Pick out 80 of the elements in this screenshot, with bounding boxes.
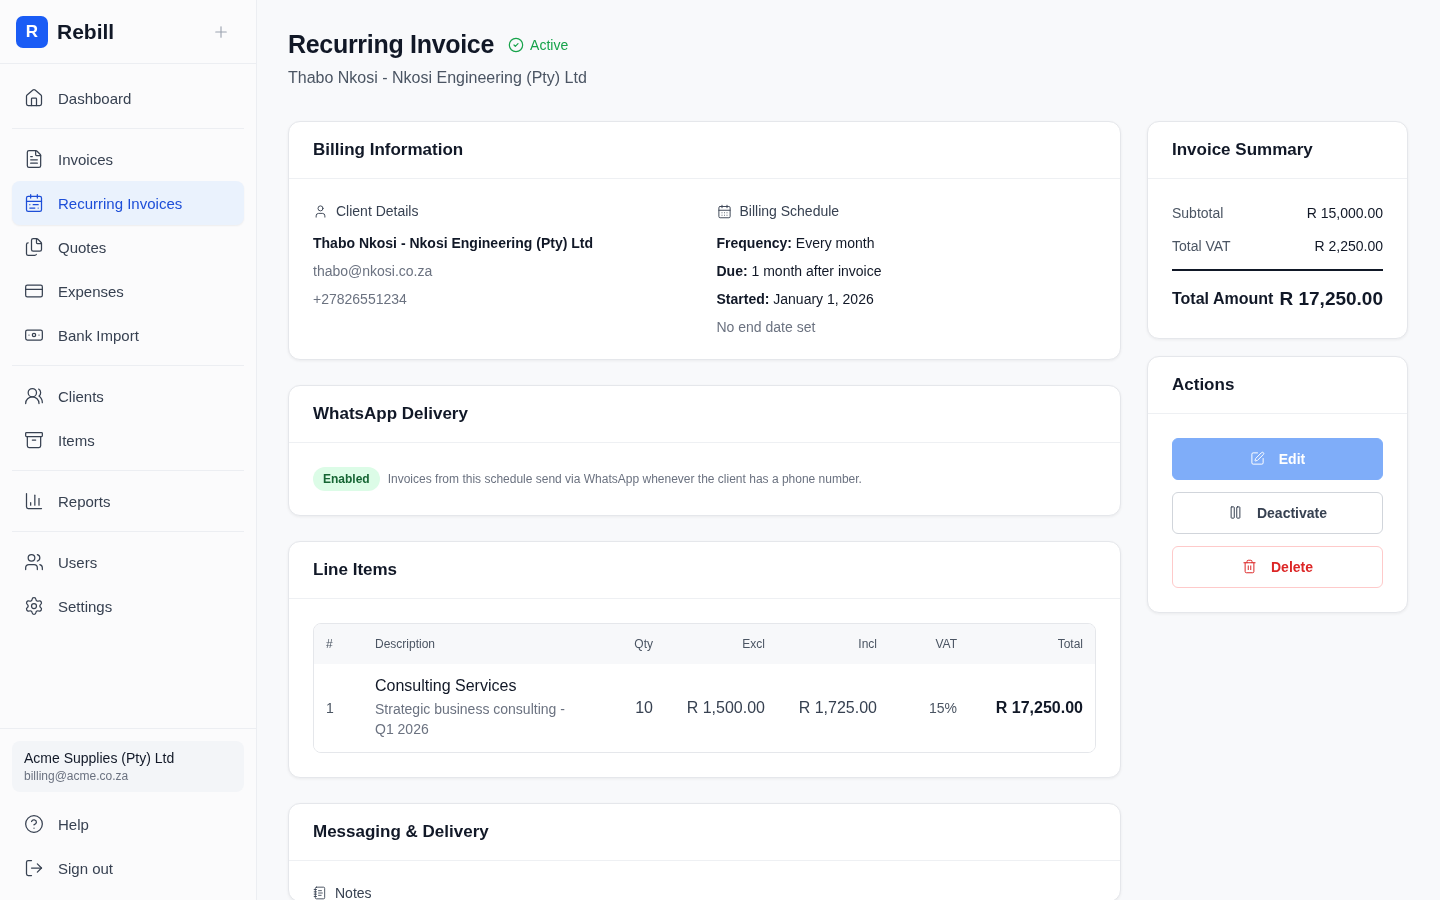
section-heading: Billing Schedule [739, 203, 840, 219]
client-phone: +27826551234 [313, 291, 408, 307]
nav-item[interactable]: Settings [12, 584, 244, 628]
total-label: Total Amount [1172, 289, 1274, 308]
end-date-note: No end date set [716, 319, 817, 335]
nav-icon [24, 386, 44, 406]
footer-link[interactable]: Sign out [12, 846, 244, 890]
schedule-line: Due: 1 month after invoice [716, 263, 883, 279]
client-email: thabo@nkosi.co.za [313, 263, 434, 279]
column-header: Incl [857, 637, 877, 651]
nav-icon [24, 237, 44, 257]
logo: R [16, 15, 48, 48]
person-icon [313, 203, 328, 219]
table-cell-text: R 1,500.00 [685, 699, 765, 717]
schedule-line: Started: January 1, 2026 [716, 291, 875, 307]
notes-icon [313, 886, 327, 900]
nav-item[interactable]: Users [12, 540, 244, 584]
section-heading: Notes [335, 885, 372, 900]
nav-item[interactable]: Dashboard [12, 76, 244, 120]
help-icon [24, 814, 44, 834]
total-value: R 17,250.00 [1279, 287, 1383, 310]
client-name: Thabo Nkosi - Nkosi Engineering (Pty) Ltd [313, 235, 594, 251]
table-cell-text: R 17,250.00 [994, 699, 1083, 717]
page-title: Recurring Invoice [288, 30, 495, 59]
row-number: 1 [326, 700, 335, 716]
account-email: billing@acme.co.za [24, 769, 130, 783]
exit-icon [24, 858, 44, 878]
table-cell-text: R 1,725.00 [797, 699, 877, 717]
nav-item[interactable]: Quotes [12, 225, 244, 269]
column-header: Qty [633, 637, 653, 651]
nav-icon [24, 193, 44, 213]
nav-item[interactable]: Items [12, 418, 244, 462]
item-description: Strategic business consulting - Q1 2026 [375, 700, 566, 739]
card-title: Line Items [289, 542, 1120, 599]
section-heading: Client Details [336, 203, 419, 219]
nav-icon [24, 552, 44, 572]
item-name: Consulting Services [375, 677, 518, 695]
status-badge: Enabled [313, 467, 380, 491]
footer-link[interactable]: Help [12, 802, 244, 846]
account-name: Acme Supplies (Pty) Ltd [24, 750, 176, 766]
page-subtitle: Thabo Nkosi - Nkosi Engineering (Pty) Ltd [288, 69, 588, 87]
column-header: Description [375, 637, 437, 651]
card-title: Actions [1148, 356, 1407, 414]
status-label: Active [508, 36, 569, 53]
nav-icon [24, 596, 44, 616]
nav-item[interactable]: Recurring Invoices [12, 181, 244, 225]
nav-icon [24, 149, 44, 169]
nav-item[interactable]: Expenses [12, 269, 244, 313]
summary-label: Subtotal [1172, 205, 1224, 221]
column-header: Total [1056, 637, 1083, 651]
nav-item[interactable]: Clients [12, 374, 244, 418]
summary-value: R 15,000.00 [1306, 205, 1383, 221]
calendar-icon [716, 203, 732, 219]
card-title: Billing Information [289, 122, 1120, 179]
action-button[interactable]: Delete [1172, 545, 1383, 588]
pause-icon [1227, 505, 1243, 520]
card-title: Invoice Summary [1148, 122, 1407, 179]
account-card[interactable]: Acme Supplies (Pty) Ltd billing@acme.co.za [12, 741, 244, 792]
card-title: WhatsApp Delivery [289, 386, 1120, 443]
edit-icon [1249, 451, 1265, 466]
check-icon [508, 36, 525, 53]
summary-label: Total VAT [1172, 238, 1231, 254]
table-cell-text: 15% [927, 700, 957, 716]
delivery-note: Invoices from this schedule send via WhatsApp whenever the client has a phone number. [387, 472, 862, 486]
schedule-line: Frequency: Every month [716, 235, 876, 251]
column-header: # [326, 637, 334, 651]
action-button[interactable]: Deactivate [1172, 491, 1383, 534]
brand-name: Rebill [57, 19, 116, 44]
card-title: Messaging & Delivery [289, 804, 1120, 861]
nav-item[interactable]: Reports [12, 479, 244, 523]
nav-icon [24, 430, 44, 450]
summary-value: R 2,250.00 [1314, 238, 1383, 254]
nav-item[interactable]: Invoices [12, 137, 244, 181]
trash-icon [1242, 559, 1257, 574]
nav-icon [24, 88, 44, 108]
column-header: Excl [741, 637, 765, 651]
nav-item[interactable]: Bank Import [12, 313, 244, 357]
nav-icon [24, 491, 44, 511]
column-header: VAT [934, 637, 957, 651]
table-cell-text: 10 [634, 699, 653, 717]
